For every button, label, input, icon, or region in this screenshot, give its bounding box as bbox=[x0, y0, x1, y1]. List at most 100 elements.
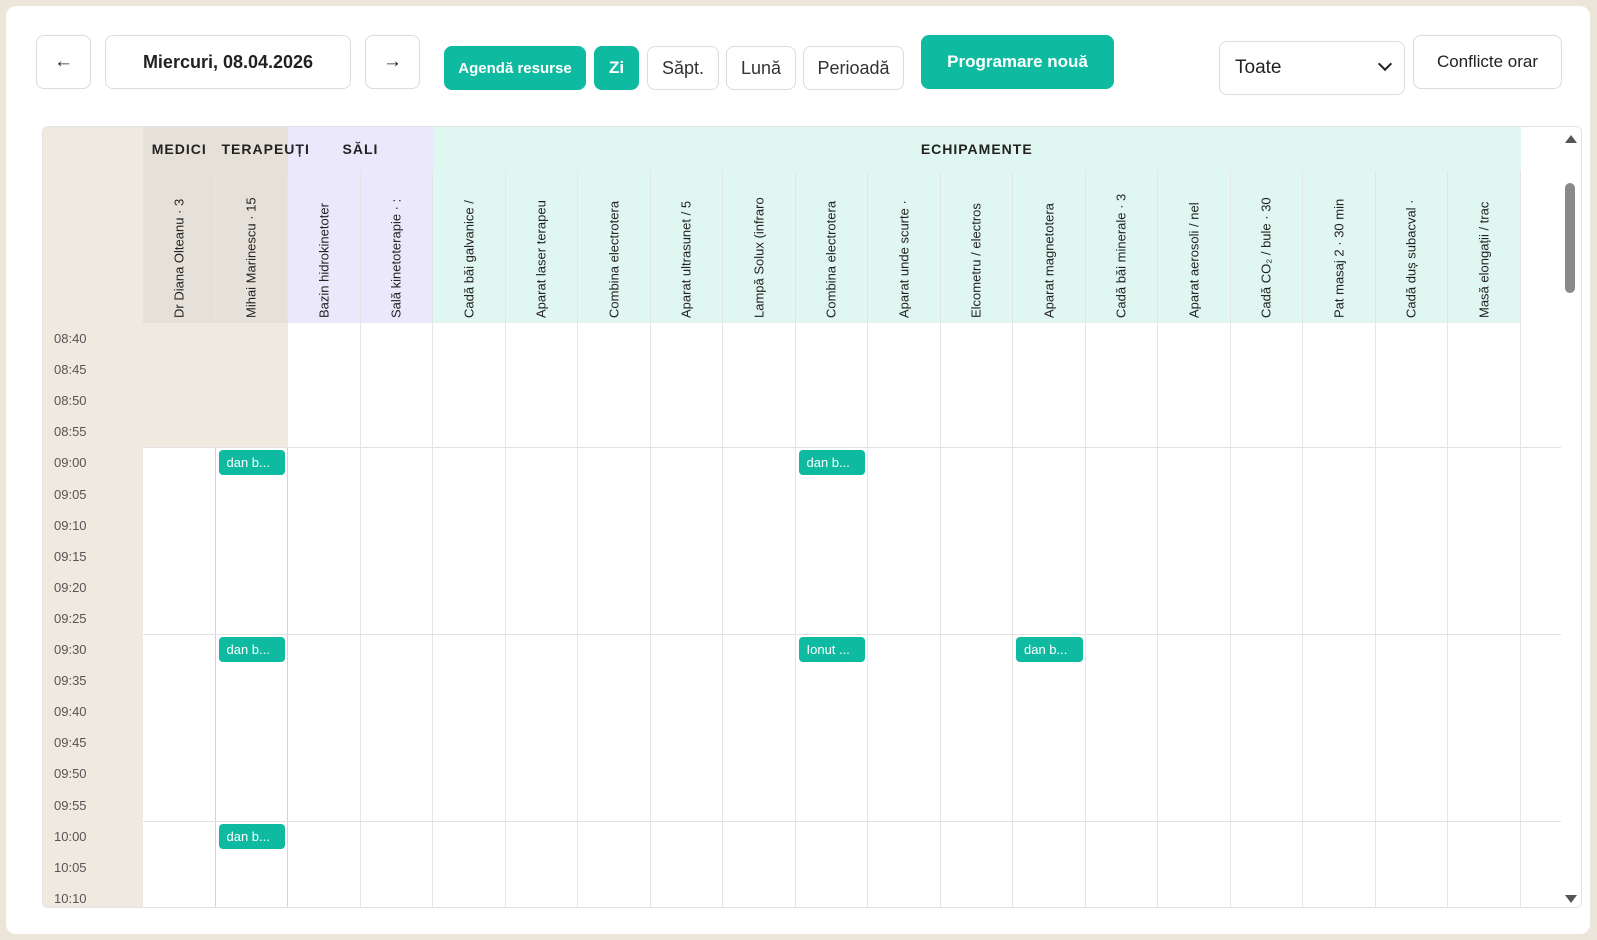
time-slot-label: 10:00 bbox=[54, 828, 87, 844]
scroll-up-arrow-icon[interactable] bbox=[1565, 135, 1577, 143]
time-slot-label: 09:20 bbox=[54, 579, 87, 595]
time-slot-label: 09:55 bbox=[54, 797, 87, 813]
time-gridline bbox=[143, 634, 1581, 635]
appointment-event[interactable]: dan b... bbox=[218, 637, 285, 662]
resource-column-header[interactable]: Aparat magnetotera bbox=[1013, 171, 1086, 323]
appointment-event[interactable]: dan b... bbox=[218, 823, 285, 849]
current-date[interactable]: Miercuri, 08.04.2026 bbox=[105, 35, 351, 89]
time-gridline bbox=[143, 572, 1581, 573]
scheduler-card: ← Miercuri, 08.04.2026 → Agendă resurse … bbox=[6, 6, 1590, 934]
resource-column-header[interactable]: Lampă Solux (infraro bbox=[723, 171, 796, 323]
time-gridline bbox=[143, 727, 1581, 728]
appointment-event[interactable]: dan b... bbox=[218, 450, 285, 476]
resource-column-label: Combina electrotera bbox=[606, 200, 622, 318]
resource-column-label: Masă elongații / trac bbox=[1476, 201, 1492, 318]
resource-column-header[interactable]: Cadă băi minerale · 3 bbox=[1085, 171, 1158, 323]
time-gridline bbox=[143, 790, 1581, 791]
resource-column-header[interactable]: Sală kinetoterapie · : bbox=[360, 171, 433, 323]
resource-column-header[interactable]: Cadă duș subacval · bbox=[1375, 171, 1448, 323]
resource-filter-select[interactable]: Toate bbox=[1219, 41, 1405, 95]
view-day-button[interactable]: Zi bbox=[594, 46, 639, 90]
time-gridline bbox=[143, 820, 1581, 822]
resource-column-header[interactable]: Bazin hidrokinetoter bbox=[288, 171, 361, 323]
time-slot-label: 09:40 bbox=[54, 704, 87, 720]
prev-day-button[interactable]: ← bbox=[36, 35, 91, 89]
resource-column-header[interactable]: Cadă CO₂ / bule · 30 bbox=[1230, 171, 1303, 323]
resource-column-label: Mihai Marinescu · 15 bbox=[243, 197, 259, 318]
resource-column-label: Cadă băi galvanice / bbox=[461, 200, 477, 318]
time-slot-label: 08:40 bbox=[54, 331, 87, 346]
resource-column-label: Aparat aerosoli / nel bbox=[1186, 202, 1202, 318]
time-gridline bbox=[143, 447, 1581, 449]
time-slot-label: 09:30 bbox=[54, 642, 87, 657]
time-slot-label: 09:15 bbox=[54, 548, 87, 564]
time-slot-label: 08:50 bbox=[54, 393, 87, 409]
resource-column-header[interactable]: Combina electrotera bbox=[795, 171, 868, 323]
time-slot-label: 09:50 bbox=[54, 766, 87, 782]
time-gridline bbox=[143, 665, 1581, 666]
resource-column-header[interactable]: Mihai Marinescu · 15 bbox=[215, 171, 288, 323]
resource-column-label: Combina electrotera bbox=[823, 200, 839, 318]
arrow-right-icon: → bbox=[383, 51, 402, 72]
resource-column-label: Bazin hidrokinetoter bbox=[316, 203, 332, 318]
time-gridline bbox=[143, 758, 1581, 759]
time-gridline bbox=[143, 696, 1581, 697]
resource-column-label: Aparat unde scurte · bbox=[896, 200, 912, 318]
resource-column-label: Sală kinetoterapie · : bbox=[388, 198, 404, 318]
resource-column-label: Pat masaj 2 · 30 min bbox=[1331, 198, 1347, 318]
time-gridline bbox=[143, 883, 1581, 884]
schedule-conflicts-button[interactable]: Conflicte orar bbox=[1413, 35, 1562, 89]
group-title-medici: MEDICI bbox=[143, 127, 216, 171]
arrow-left-icon: ← bbox=[54, 51, 73, 72]
resource-column-header[interactable]: Dr Diana Olteanu · 3 bbox=[143, 171, 216, 323]
time-column: 08:40 08:45 08:50 08:55 09:00 09:05 09:10 09:15… bbox=[43, 323, 143, 907]
time-gridline bbox=[143, 416, 1581, 417]
resource-column-header[interactable]: Aparat unde scurte · bbox=[868, 171, 941, 323]
time-gridline bbox=[143, 541, 1581, 542]
resource-column-header[interactable]: Masă elongații / trac bbox=[1448, 171, 1521, 323]
resource-column-label: Cadă duș subacval · bbox=[1403, 199, 1419, 318]
time-slot-label: 09:05 bbox=[54, 486, 87, 502]
resource-column-label: Aparat laser terapeu bbox=[533, 200, 549, 318]
resource-column-header[interactable]: Combina electrotera bbox=[578, 171, 651, 323]
resource-column-label: Cadă băi minerale · 3 bbox=[1113, 193, 1129, 318]
time-slot-label: 09:25 bbox=[54, 610, 87, 626]
time-slot-label: 10:05 bbox=[54, 859, 87, 875]
time-slot-label: 08:45 bbox=[54, 362, 87, 378]
time-gridline bbox=[143, 510, 1581, 511]
next-day-button[interactable]: → bbox=[365, 35, 420, 89]
resource-column-header[interactable]: Pat masaj 2 · 30 min bbox=[1303, 171, 1376, 323]
chevron-down-icon bbox=[1377, 56, 1393, 72]
view-week-button[interactable]: Săpt. bbox=[647, 46, 719, 90]
view-month-button[interactable]: Lună bbox=[726, 46, 796, 90]
time-gridline bbox=[143, 354, 1581, 355]
scroll-down-arrow-icon[interactable] bbox=[1565, 895, 1577, 903]
resource-column-label: Dr Diana Olteanu · 3 bbox=[171, 198, 187, 318]
resource-agenda-grid: 08:40 08:45 08:50 08:55 09:00 09:05 09:10 09:15… bbox=[42, 126, 1582, 908]
appointment-event[interactable]: dan b... bbox=[1016, 637, 1083, 662]
resource-column-header[interactable]: Aparat aerosoli / nel bbox=[1158, 171, 1231, 323]
vertical-scrollbar[interactable] bbox=[1561, 127, 1581, 907]
time-gridline bbox=[143, 603, 1581, 604]
view-period-button[interactable]: Perioadă bbox=[803, 46, 904, 90]
resource-column-header[interactable]: Elcometru / electros bbox=[940, 171, 1013, 323]
time-slot-label: 08:55 bbox=[54, 424, 87, 440]
new-appointment-button[interactable]: Programare nouă bbox=[921, 35, 1114, 89]
time-slot-label: 09:45 bbox=[54, 735, 87, 751]
time-gridline bbox=[143, 385, 1581, 386]
time-slot-label: 10:10 bbox=[54, 890, 87, 906]
time-slot-label: 09:10 bbox=[54, 517, 87, 533]
agenda-resurse-button[interactable]: Agendă resurse bbox=[444, 46, 586, 90]
time-slot-label: 09:00 bbox=[54, 455, 87, 471]
resource-column-label: Aparat ultrasunet / 5 bbox=[678, 200, 694, 318]
time-slot-label: 09:35 bbox=[54, 673, 87, 689]
resource-column-label: Elcometru / electros bbox=[968, 203, 984, 318]
group-title-echipamente: ECHIPAMENTE bbox=[433, 127, 1521, 171]
group-title-terapeuti: TERAPEUȚI bbox=[215, 127, 309, 171]
appointment-event[interactable]: dan b... bbox=[798, 450, 865, 476]
scrollbar-thumb[interactable] bbox=[1565, 183, 1575, 293]
appointment-event[interactable]: Ionut ... bbox=[798, 637, 865, 662]
resource-column-header[interactable]: Aparat ultrasunet / 5 bbox=[650, 171, 723, 323]
resource-column-header[interactable]: Cadă băi galvanice / bbox=[433, 171, 506, 323]
resource-column-header[interactable]: Aparat laser terapeu bbox=[505, 171, 578, 323]
